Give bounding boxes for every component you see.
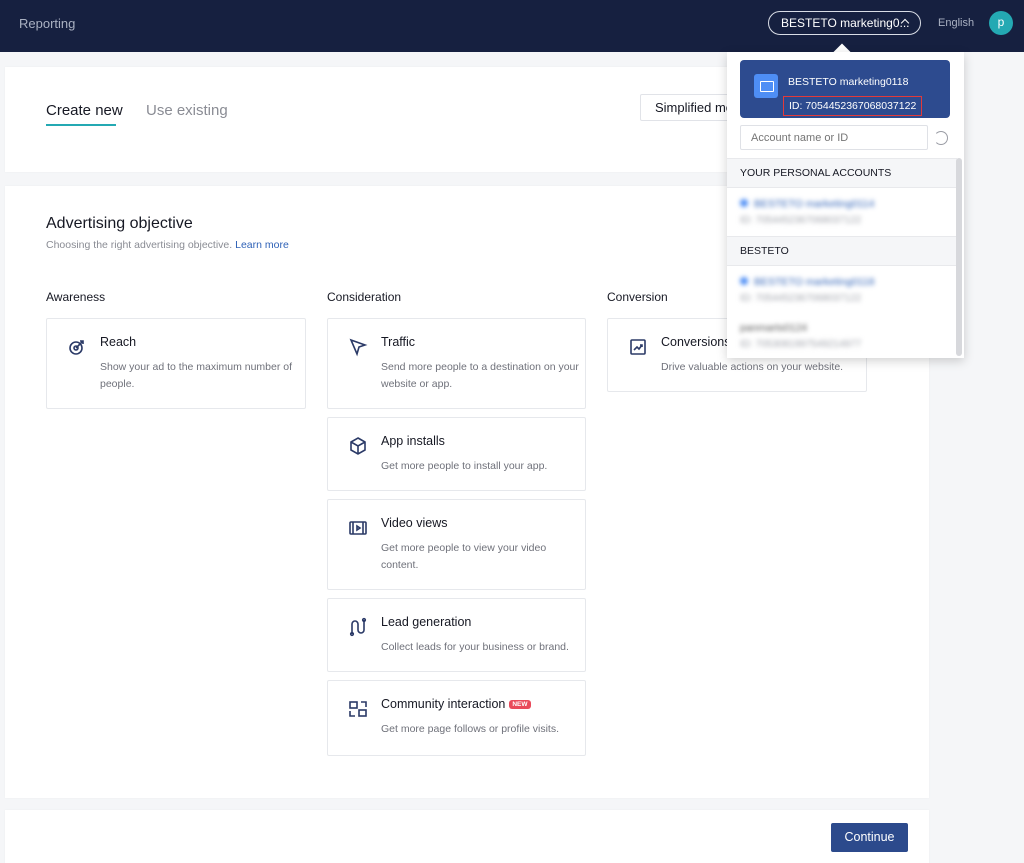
account-item-name: BESTETO marketing0114 (754, 198, 875, 210)
group-header-personal: YOUR PERSONAL ACCOUNTS (727, 158, 957, 188)
cube-icon (350, 437, 366, 455)
objective-description: Send more people to a destination on you… (381, 361, 579, 390)
objective-description: Show your ad to the maximum number of pe… (100, 361, 293, 390)
tab-create-new[interactable]: Create new (46, 102, 123, 119)
account-list-item[interactable]: panmarts0124 ID: 7053081997549214977 (740, 322, 950, 350)
section-subtitle: Choosing the right advertising objective… (46, 239, 289, 251)
objective-description: Drive valuable actions on your website. (661, 361, 844, 373)
objective-video-views[interactable]: Video views Get more people to view your… (327, 499, 586, 590)
objective-title: Video views (381, 516, 448, 530)
top-navbar: Reporting BESTETO marketing0... English … (0, 0, 1024, 52)
refresh-icon[interactable] (934, 131, 948, 145)
dropdown-scrollbar[interactable] (956, 158, 962, 356)
account-list-item[interactable]: BESTETO marketing0114 ID: 70544523670680… (740, 198, 950, 226)
continue-button[interactable]: Continue (831, 823, 908, 852)
objective-title-row: Community interaction NEW (381, 697, 531, 711)
account-switcher-button[interactable]: BESTETO marketing0... (768, 11, 921, 35)
objective-title: Conversions (661, 335, 731, 349)
objective-community-interaction[interactable]: Community interaction NEW Get more page f… (327, 680, 586, 756)
avatar[interactable]: p (989, 11, 1013, 35)
current-account-card[interactable]: BESTETO marketing0118 ID: 70544523670680… (740, 60, 950, 118)
objective-title: App installs (381, 434, 445, 448)
account-item-id: ID: 7053081997549214977 (740, 339, 862, 350)
account-switcher-label: BESTETO marketing0... (781, 16, 910, 30)
trend-icon (630, 339, 646, 355)
account-dot-icon (740, 277, 748, 285)
account-item-name-row: BESTETO marketing0118 (740, 276, 950, 288)
account-card-icon (754, 74, 778, 98)
objective-title: Traffic (381, 335, 416, 349)
objective-description: Get more page follows or profile visits. (381, 723, 559, 735)
account-item-name: panmarts0124 (740, 322, 808, 334)
simplified-mode-button[interactable]: Simplified mo (640, 94, 740, 121)
account-item-name-row: BESTETO marketing0114 (740, 198, 950, 210)
objective-description: Get more people to view your video conte… (381, 542, 547, 571)
objective-traffic[interactable]: Traffic Send more people to a destinatio… (327, 318, 586, 409)
learn-more-link[interactable]: Learn more (235, 239, 289, 251)
account-item-id: ID: 7054452367068037122 (740, 215, 862, 226)
reporting-link[interactable]: Reporting (19, 16, 75, 31)
community-icon (349, 701, 367, 717)
column-title-conversion: Conversion (607, 290, 668, 304)
group-header-besteto: BESTETO (727, 236, 957, 266)
funnel-icon (349, 617, 367, 637)
reach-icon (69, 340, 84, 355)
current-account-name: BESTETO marketing0118 (788, 76, 909, 88)
objective-description: Collect leads for your business or brand… (381, 641, 569, 653)
account-search-input[interactable] (740, 125, 928, 150)
column-title-awareness: Awareness (46, 290, 106, 304)
account-dropdown: BESTETO marketing0118 ID: 70544523670680… (727, 52, 964, 358)
account-dot-icon (740, 199, 748, 207)
footer-bar (5, 810, 929, 863)
tab-use-existing[interactable]: Use existing (146, 102, 228, 119)
new-badge: NEW (509, 700, 531, 709)
objective-app-installs[interactable]: App installs Get more people to install … (327, 417, 586, 491)
account-item-id: ID: 7054452367068037122 (740, 293, 862, 304)
objective-title: Community interaction (381, 697, 506, 711)
active-tab-indicator (46, 124, 116, 126)
language-selector[interactable]: English (938, 17, 974, 29)
section-title: Advertising objective (46, 215, 193, 232)
objective-title: Reach (100, 335, 137, 349)
account-item-name: BESTETO marketing0118 (754, 276, 875, 288)
objective-reach[interactable]: Reach Show your ad to the maximum number… (46, 318, 306, 409)
film-icon (349, 521, 367, 535)
objective-title: Lead generation (381, 615, 472, 629)
account-list-item[interactable]: BESTETO marketing0118 ID: 70544523670680… (740, 276, 950, 304)
column-title-consideration: Consideration (327, 290, 402, 304)
current-account-id: ID: 7054452367068037122 (783, 96, 923, 116)
cursor-icon (349, 338, 368, 357)
objective-lead-generation[interactable]: Lead generation Collect leads for your b… (327, 598, 586, 672)
objective-description: Get more people to install your app. (381, 460, 548, 472)
